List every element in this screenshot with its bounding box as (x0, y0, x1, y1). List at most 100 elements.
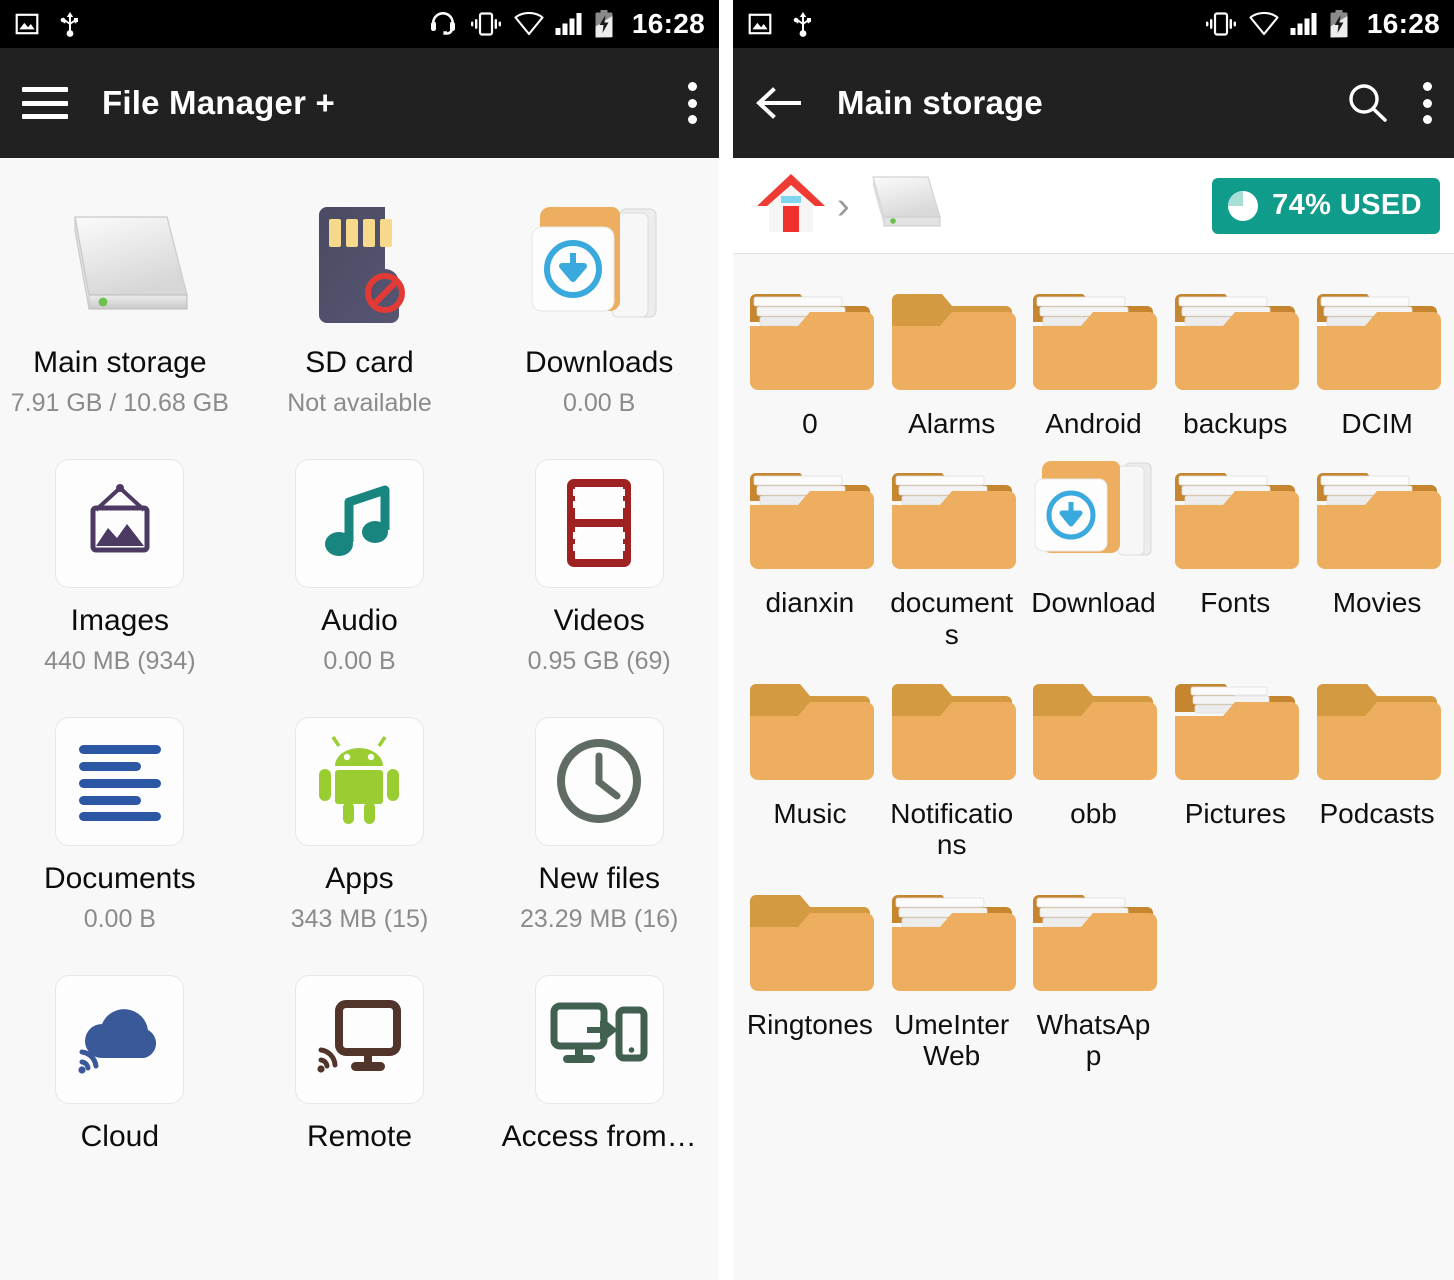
home-item-access-from[interactable]: Access from… (479, 954, 719, 1169)
home-item-audio[interactable]: Audio 0.00 B (240, 438, 480, 692)
overflow-menu-button[interactable] (1422, 82, 1432, 124)
cloud-wifi-icon (55, 974, 185, 1104)
folder-label: WhatsApp (1036, 1008, 1151, 1072)
home-item-main-storage[interactable]: Main storage 7.91 GB / 10.68 GB (0, 180, 240, 434)
folder-empty-icon (746, 879, 874, 999)
vibrate-icon (1204, 11, 1238, 37)
overflow-menu-button[interactable] (687, 82, 697, 124)
folder-item-0[interactable]: 0 (739, 266, 881, 445)
breadcrumb: › 74% USED (733, 158, 1454, 254)
home-item-sub: 440 MB (934) (44, 647, 196, 675)
home-item-sub: 23.29 MB (16) (519, 905, 679, 933)
folder-with-files-icon (1171, 278, 1300, 398)
home-item-downloads[interactable]: Downloads 0.00 B (479, 180, 719, 434)
home-item-sub: 0.00 B (83, 905, 156, 933)
folder-label: Music (773, 798, 847, 830)
film-strip-icon (534, 458, 664, 588)
folder-item-android[interactable]: Android (1023, 266, 1165, 445)
music-note-icon (294, 458, 424, 588)
folder-with-files-icon (1171, 668, 1300, 788)
home-item-label: Images (70, 604, 170, 637)
status-bar-clock: 16:28 (631, 8, 705, 39)
status-bar-clock: 16:28 (1366, 8, 1440, 39)
wifi-icon (514, 12, 544, 36)
folder-item-movies[interactable]: Movies (1306, 445, 1448, 656)
folder-label: Fonts (1200, 587, 1271, 619)
page-title: Main storage (837, 84, 1043, 121)
home-icon (757, 174, 825, 232)
folder-item-alarms[interactable]: Alarms (881, 266, 1023, 445)
home-item-label: Documents (43, 862, 196, 895)
app-toolbar-left: File Manager + (0, 48, 719, 158)
folder-item-umeinterweb[interactable]: UmeInterWeb (881, 867, 1023, 1078)
home-item-images[interactable]: Images 440 MB (934) (0, 438, 240, 692)
folder-label: obb (1070, 798, 1117, 830)
home-item-apps[interactable]: Apps 343 MB (15) (240, 696, 480, 950)
folder-item-pictures[interactable]: Pictures (1164, 656, 1306, 867)
breadcrumb-item-home[interactable] (755, 170, 827, 241)
folder-with-files-icon (1029, 278, 1158, 398)
folder-with-files-icon (746, 457, 874, 577)
folder-with-files-icon (1029, 879, 1158, 999)
folder-with-files-icon (1171, 457, 1300, 577)
home-item-label: Remote (306, 1120, 413, 1153)
folder-item-dcim[interactable]: DCIM (1306, 266, 1448, 445)
android-robot-icon (294, 716, 424, 846)
folder-with-files-icon (888, 457, 1016, 577)
home-item-videos[interactable]: Videos 0.95 GB (69) (479, 438, 719, 692)
folder-label: dianxin (765, 587, 855, 619)
home-item-documents[interactable]: Documents 0.00 B (0, 696, 240, 950)
folder-item-dianxin[interactable]: dianxin (739, 445, 881, 656)
folder-item-podcasts[interactable]: Podcasts (1306, 656, 1448, 867)
folder-label: Podcasts (1319, 798, 1435, 830)
folder-item-whatsapp[interactable]: WhatsApp (1023, 867, 1165, 1078)
folder-item-obb[interactable]: obb (1023, 656, 1165, 867)
right-phone-screen: 16:28 Main storage › 74% USED 0 Alarms A… (733, 0, 1454, 1280)
folder-empty-icon (746, 668, 874, 788)
vibrate-icon (469, 11, 503, 37)
folder-item-backups[interactable]: backups (1164, 266, 1306, 445)
home-item-label: Audio (321, 604, 398, 637)
home-item-remote[interactable]: Remote (240, 954, 480, 1169)
download-folder-icon (1029, 457, 1157, 577)
folder-item-fonts[interactable]: Fonts (1164, 445, 1306, 656)
menu-button[interactable] (22, 87, 68, 119)
folder-item-download[interactable]: Download (1023, 445, 1165, 656)
folder-label: Android (1045, 408, 1142, 439)
status-bar-left: 16:28 (0, 0, 719, 48)
folder-item-ringtones[interactable]: Ringtones (739, 867, 881, 1078)
home-shortcut-grid: Main storage 7.91 GB / 10.68 GB SD card … (0, 158, 719, 1169)
monitor-wifi-icon (294, 974, 424, 1104)
home-item-sd-card[interactable]: SD card Not available (240, 180, 480, 434)
breadcrumb-item-storage[interactable] (858, 172, 944, 239)
folder-with-files-icon (888, 879, 1016, 999)
folder-item-music[interactable]: Music (739, 656, 881, 867)
folder-with-files-icon (1313, 278, 1442, 398)
folder-item-documents[interactable]: documents (881, 445, 1023, 656)
home-item-sub: 0.00 B (323, 647, 396, 675)
breadcrumb-separator: › (837, 184, 850, 227)
home-item-cloud[interactable]: Cloud (0, 954, 240, 1169)
home-item-sub: 343 MB (15) (290, 905, 429, 933)
home-item-new-files[interactable]: New files 23.29 MB (16) (479, 696, 719, 950)
storage-usage-label: 74% USED (1272, 189, 1422, 221)
hamburger-icon (22, 87, 68, 119)
home-item-sub: 7.91 GB / 10.68 GB (10, 389, 229, 417)
home-item-label: SD card (305, 346, 414, 379)
storage-usage-badge[interactable]: 74% USED (1212, 177, 1440, 234)
folder-empty-icon (1029, 668, 1158, 788)
sd-card-unavailable-icon (297, 190, 421, 340)
folder-item-notifications[interactable]: Notifications (881, 656, 1023, 867)
home-item-label: Apps (325, 862, 394, 895)
home-item-label: Access from… (501, 1120, 697, 1153)
screen-divider (719, 0, 733, 1280)
search-button[interactable] (1346, 82, 1388, 124)
folder-empty-icon (1313, 668, 1442, 788)
pc-to-phone-icon (534, 974, 664, 1104)
left-phone-screen: 16:28 File Manager + Main storage 7.91 G… (0, 0, 719, 1280)
battery-charging-icon (594, 10, 614, 38)
folder-empty-icon (888, 668, 1016, 788)
folder-label: 0 (802, 408, 818, 439)
back-button[interactable] (755, 85, 801, 121)
folder-with-files-icon (1313, 457, 1442, 577)
